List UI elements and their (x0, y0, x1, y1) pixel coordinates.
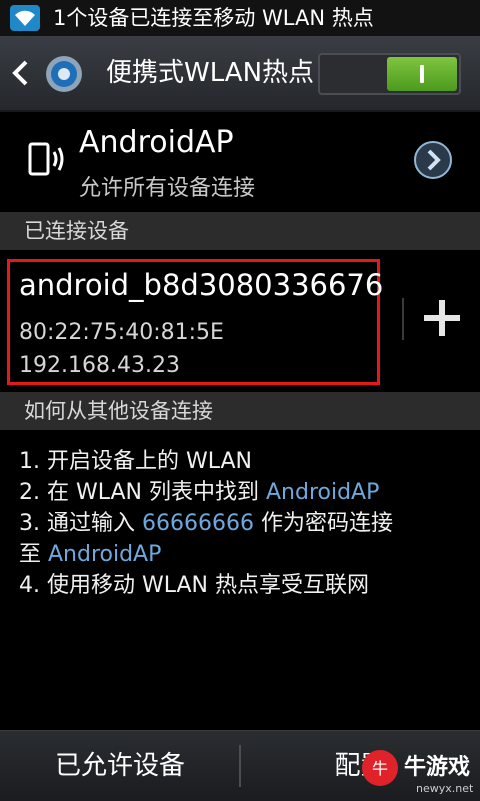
status-text: 1个设备已连接至移动 WLAN 热点 (53, 6, 374, 30)
chevron-right-icon[interactable] (413, 140, 453, 180)
ssid-link: AndroidAP (48, 542, 162, 567)
status-bar: 1个设备已连接至移动 WLAN 热点 (0, 0, 480, 36)
ssid-link: AndroidAP (266, 480, 380, 505)
password-text: 66666666 (141, 511, 254, 536)
ap-subtitle: 允许所有设备连接 (79, 176, 256, 201)
instruction-text: 至 (19, 542, 48, 567)
how-to-connect-header: 如何从其他设备连接 (0, 392, 480, 430)
connected-devices-header: 已连接设备 (0, 212, 480, 250)
access-point-row[interactable]: AndroidAP 允许所有设备连接 (0, 112, 480, 210)
device-ip: 192.168.43.23 (19, 353, 180, 378)
action-bar: 便携式WLAN热点 (0, 36, 480, 112)
allowed-devices-button[interactable]: 已允许设备 (0, 731, 240, 801)
instruction-text: 作为密码连接 (253, 511, 393, 536)
watermark-logo: 牛 牛游戏 newyx.net (362, 750, 474, 795)
wifi-icon (10, 5, 40, 31)
device-name: android_b8d3080336676 (19, 268, 384, 302)
instruction-line-4: 4. 使用移动 WLAN 热点享受互联网 (19, 573, 369, 598)
instruction-line-3-cont: 至 AndroidAP (19, 539, 469, 570)
ap-name: AndroidAP (79, 125, 234, 160)
add-device-button[interactable] (414, 290, 470, 346)
back-icon[interactable] (8, 58, 32, 88)
svg-text:newyx.net: newyx.net (416, 782, 474, 795)
toggle-knob (387, 57, 457, 91)
instruction-line-3: 3. 通过输入 66666666 作为密码连接 (19, 508, 469, 539)
connection-instructions: 1. 开启设备上的 WLAN 2. 在 WLAN 列表中找到 AndroidAP… (19, 446, 469, 601)
svg-text:牛游戏: 牛游戏 (404, 754, 470, 780)
row-divider (402, 298, 404, 340)
instruction-text: 2. 在 WLAN 列表中找到 (19, 480, 266, 505)
instruction-text: 3. 通过输入 (19, 511, 142, 536)
page-title: 便携式WLAN热点 (106, 58, 315, 88)
hotspot-toggle[interactable] (318, 53, 461, 95)
phone-hotspot-icon (28, 142, 64, 176)
svg-text:牛: 牛 (372, 759, 388, 778)
instruction-line-1: 1. 开启设备上的 WLAN (19, 449, 252, 474)
toggle-on-indicator (420, 65, 424, 83)
device-mac: 80:22:75:40:81:5E (19, 320, 224, 345)
settings-gear-icon (46, 56, 82, 92)
instruction-line-2: 2. 在 WLAN 列表中找到 AndroidAP (19, 477, 469, 508)
